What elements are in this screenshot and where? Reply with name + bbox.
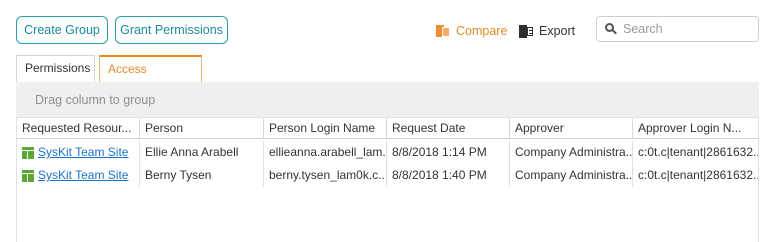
column-header-person[interactable]: Person — [140, 118, 264, 139]
cell-person: Ellie Anna Arabell — [140, 141, 264, 164]
column-header-approver[interactable]: Approver — [510, 118, 633, 139]
cell-approver-login-name: c:0t.c|tenant|2861632... — [638, 145, 758, 159]
tab-permissions[interactable]: Permissions — [16, 55, 95, 82]
cell-person-login-name: ellieanna.arabell_lam... — [264, 141, 387, 164]
site-link[interactable]: SysKit Team Site — [38, 141, 128, 164]
column-header-requested-resource[interactable]: Requested Resour... — [17, 118, 140, 139]
table-row[interactable]: SysKit Team Site Ellie Anna Arabell elli… — [17, 141, 758, 164]
access-requests-grid: Requested Resour... Person Person Login … — [16, 118, 759, 242]
site-link[interactable]: SysKit Team Site — [38, 164, 128, 187]
column-header-approver-login-name[interactable]: Approver Login N... — [633, 118, 758, 139]
compare-icon — [436, 25, 450, 37]
grid-header: Requested Resour... Person Person Login … — [17, 118, 758, 139]
table-row[interactable]: SysKit Team Site Berny Tysen berny.tysen… — [17, 164, 758, 187]
cell-request-date: 8/8/2018 1:40 PM — [387, 164, 510, 187]
excel-export-icon — [519, 24, 533, 38]
cell-person: Berny Tysen — [140, 164, 264, 187]
site-icon — [22, 169, 34, 182]
toolbar: Create Group Grant Permissions Compare E… — [0, 0, 768, 48]
compare-button[interactable]: Compare — [436, 22, 507, 40]
column-header-person-login-name[interactable]: Person Login Name — [264, 118, 387, 139]
cell-approver: Company Administra... — [510, 164, 633, 187]
cell-request-date: 8/8/2018 1:14 PM — [387, 141, 510, 164]
column-header-request-date[interactable]: Request Date — [387, 118, 510, 139]
search-input[interactable] — [623, 22, 753, 36]
cell-requested-resource: SysKit Team Site — [17, 164, 140, 187]
grant-permissions-button[interactable]: Grant Permissions — [115, 16, 228, 44]
compare-label: Compare — [456, 24, 508, 38]
create-group-button[interactable]: Create Group — [16, 16, 108, 44]
export-button[interactable]: Export — [519, 22, 575, 40]
cell-approver: Company Administra... — [510, 141, 633, 164]
search-icon — [605, 23, 617, 35]
tab-access-requests[interactable]: Access Requests — [99, 55, 202, 100]
cell-approver-login-name: c:0t.c|tenant|2861632... — [638, 168, 758, 182]
tab-bar: Permissions Access Requests — [16, 55, 206, 100]
cell-requested-resource: SysKit Team Site — [17, 141, 140, 164]
group-by-drop-zone[interactable]: Drag column to group — [16, 82, 759, 118]
site-icon — [22, 146, 34, 159]
search-box[interactable] — [596, 16, 759, 42]
export-label: Export — [539, 24, 576, 38]
cell-person-login-name: berny.tysen_lam0k.c... — [264, 164, 387, 187]
